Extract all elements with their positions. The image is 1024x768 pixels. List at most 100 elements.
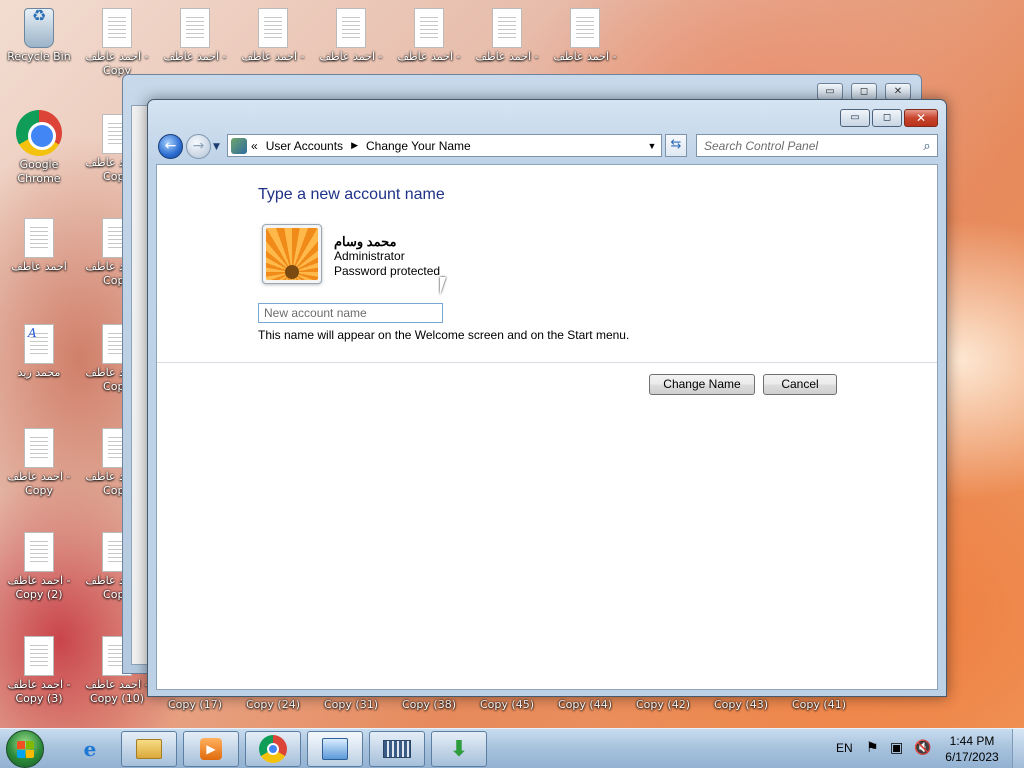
start-button[interactable] xyxy=(6,730,44,768)
desktop-icon-document[interactable]: احمد عاطف - xyxy=(234,8,312,64)
desktop-icon-label-partial[interactable]: Copy (44) xyxy=(546,698,624,712)
close-button[interactable]: ✕ xyxy=(885,83,911,100)
desktop-icon-label: Recycle Bin xyxy=(7,50,71,63)
desktop-icon-label-partial[interactable]: Copy (45) xyxy=(468,698,546,712)
desktop-icon-label: احمد عاطف - Copy (3) xyxy=(7,678,71,705)
refresh-icon: ⇆ xyxy=(670,137,682,152)
text-document-icon xyxy=(24,428,54,468)
desktop-icon-document[interactable]: احمد عاطف - xyxy=(468,8,546,64)
desktop-icon-document[interactable]: احمد عاطف - Copy xyxy=(0,428,78,498)
desktop-icon-label-partial[interactable]: Copy (24) xyxy=(234,698,312,712)
action-center-flag-icon[interactable]: ⚑ xyxy=(866,740,879,756)
user-password-status: Password protected xyxy=(334,264,441,278)
new-account-name-input[interactable] xyxy=(258,303,443,323)
taskbar-item-on-screen-keyboard[interactable] xyxy=(369,731,425,767)
clock-time: 1:44 PM xyxy=(949,734,995,748)
system-clock[interactable]: 1:44 PM 6/17/2023 xyxy=(940,733,1004,765)
text-document-icon xyxy=(24,532,54,572)
control-panel-icon xyxy=(322,738,348,760)
refresh-button[interactable]: ⇆ xyxy=(665,134,687,157)
desktop-icon-label: احمد عاطف - xyxy=(475,50,539,63)
arrow-right-icon: → xyxy=(192,138,205,154)
desktop-icon-label: احمد عاطف - Copy xyxy=(85,50,149,77)
desktop-icon-document[interactable]: احمد عاطف - Copy (3) xyxy=(0,636,78,706)
desktop-icon-recycle-bin[interactable]: ♻ Recycle Bin xyxy=(0,8,78,64)
breadcrumb-item-change-your-name[interactable]: Change Your Name xyxy=(366,139,471,153)
clock-date: 6/17/2023 xyxy=(945,750,999,764)
arrow-left-icon: ← xyxy=(164,138,177,154)
desktop-icon-label: احمد عاطف - xyxy=(319,50,383,63)
desktop-icon-document[interactable]: احمد عاطف xyxy=(0,218,78,274)
name-hint-text: This name will appear on the Welcome scr… xyxy=(258,328,630,342)
change-name-button[interactable]: Change Name xyxy=(649,374,755,395)
user-accounts-icon xyxy=(231,137,247,154)
desktop-icon-document[interactable]: احمد عاطف - xyxy=(546,8,624,64)
address-dropdown-icon[interactable]: ▼ xyxy=(643,141,661,151)
taskbar-item-media-player[interactable]: ▶ xyxy=(183,731,239,767)
desktop-icon-label-partial[interactable]: Copy (31) xyxy=(312,698,390,712)
text-document-icon xyxy=(414,8,444,48)
volume-muted-icon[interactable]: 🔇 xyxy=(914,740,931,756)
desktop-icon-label: احمد عاطف xyxy=(11,260,67,273)
taskbar-item-control-panel[interactable] xyxy=(307,731,363,767)
desktop-icon-label-partial[interactable]: Copy (38) xyxy=(390,698,468,712)
desktop-icon-document[interactable]: احمد عاطف - xyxy=(156,8,234,64)
change-name-window: ▭ ◻ ✕ ← → ▼ « User Accounts ▶ Change You… xyxy=(147,99,947,697)
user-name: محمد وسام xyxy=(334,234,397,249)
back-button[interactable]: ← xyxy=(158,134,183,159)
show-desktop-button[interactable] xyxy=(1012,729,1024,768)
forward-button[interactable]: → xyxy=(186,134,211,159)
search-icon[interactable]: ⌕ xyxy=(917,138,937,154)
text-document-icon xyxy=(102,8,132,48)
minimize-button[interactable]: ▭ xyxy=(817,83,843,100)
desktop-icon-label: احمد عاطف - Copy xyxy=(7,470,71,497)
breadcrumb-item-user-accounts[interactable]: User Accounts xyxy=(266,139,343,153)
divider xyxy=(157,362,937,363)
desktop-icon-label: احمد عاطف - xyxy=(397,50,461,63)
user-role: Administrator xyxy=(334,249,405,263)
language-indicator[interactable]: EN xyxy=(836,741,853,755)
chrome-icon xyxy=(259,735,287,763)
media-player-icon: ▶ xyxy=(200,738,222,760)
text-document-icon xyxy=(336,8,366,48)
avatar xyxy=(262,224,322,284)
text-document-icon xyxy=(258,8,288,48)
desktop-icon-label: احمد عاطف - xyxy=(163,50,227,63)
wordpad-document-icon xyxy=(24,324,54,364)
desktop-icon-label: احمد عاطف - Copy (2) xyxy=(7,574,71,601)
mouse-cursor-icon xyxy=(440,277,452,295)
text-document-icon xyxy=(24,218,54,258)
recent-pages-dropdown[interactable]: ▼ xyxy=(213,142,220,152)
desktop-icon-document[interactable]: احمد عاطف - xyxy=(312,8,390,64)
minimize-button[interactable]: ▭ xyxy=(840,109,870,127)
network-icon[interactable]: ▣ xyxy=(890,740,903,756)
close-button[interactable]: ✕ xyxy=(904,109,938,127)
text-document-icon xyxy=(24,636,54,676)
taskbar-item-google-chrome[interactable] xyxy=(245,731,301,767)
desktop-icon-label: احمد عاطف - xyxy=(553,50,617,63)
content-area: Type a new account name محمد وسام Admini… xyxy=(156,164,938,690)
maximize-button[interactable]: ◻ xyxy=(851,83,877,100)
desktop-icon-document[interactable]: احمد عاطف - xyxy=(390,8,468,64)
desktop-icon-label-partial[interactable]: Copy (42) xyxy=(624,698,702,712)
desktop-icon-document[interactable]: احمد عاطف - Copy xyxy=(78,8,156,78)
desktop-icon-label: احمد عاطف - xyxy=(241,50,305,63)
taskbar-item-download-manager[interactable]: ⬇ xyxy=(431,731,487,767)
taskbar-item-file-explorer[interactable] xyxy=(121,731,177,767)
maximize-button[interactable]: ◻ xyxy=(872,109,902,127)
page-title: Type a new account name xyxy=(258,186,445,203)
address-bar[interactable]: « User Accounts ▶ Change Your Name ▼ xyxy=(227,134,662,157)
search-input[interactable] xyxy=(697,135,917,156)
desktop-icon-document[interactable]: محمد زيد xyxy=(0,324,78,380)
desktop-icon-label-partial[interactable]: Copy (17) xyxy=(156,698,234,712)
taskbar-item-internet-explorer[interactable]: e xyxy=(62,731,118,767)
desktop-icon-document[interactable]: احمد عاطف - Copy (2) xyxy=(0,532,78,602)
desktop-icon-label-partial[interactable]: Copy (41) xyxy=(780,698,858,712)
breadcrumb-separator-icon[interactable]: ▶ xyxy=(351,140,358,151)
desktop-icon-google-chrome[interactable]: Google Chrome xyxy=(0,110,78,186)
user-info: محمد وسام Administrator Password protect… xyxy=(334,234,440,279)
cancel-button[interactable]: Cancel xyxy=(763,374,837,395)
search-box[interactable]: ⌕ xyxy=(696,134,938,157)
desktop-icon-label-partial[interactable]: Copy (43) xyxy=(702,698,780,712)
breadcrumb-overflow[interactable]: « xyxy=(251,139,258,153)
